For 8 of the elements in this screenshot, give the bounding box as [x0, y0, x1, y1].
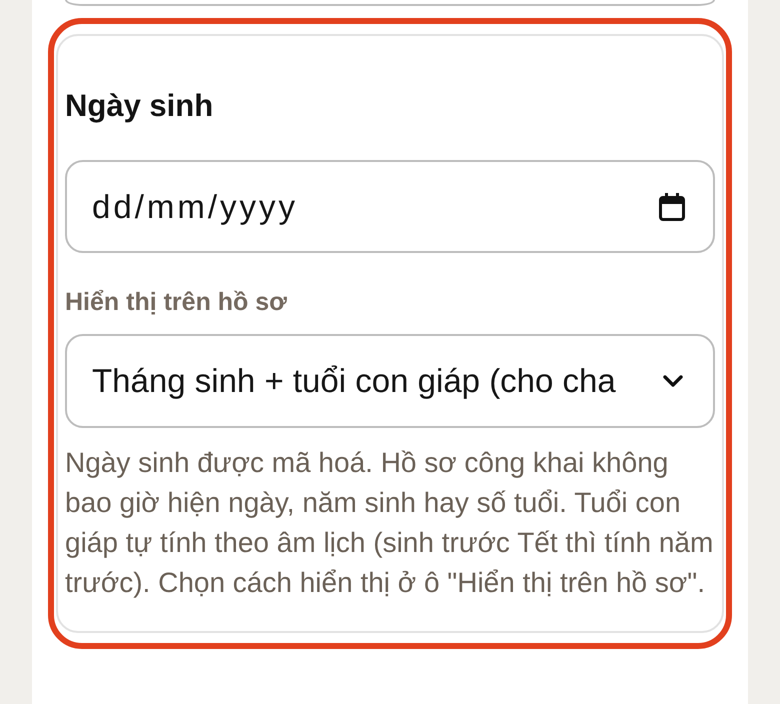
- date-input-field[interactable]: dd/mm/yyyy: [65, 160, 715, 253]
- chevron-down-icon: [663, 374, 683, 388]
- calendar-icon[interactable]: [659, 193, 685, 221]
- section-title: Ngày sinh: [65, 88, 214, 124]
- display-select[interactable]: Tháng sinh + tuổi con giáp (cho cha: [65, 334, 715, 428]
- help-text: Ngày sinh được mã hoá. Hồ sơ công khai không bao giờ hiện ngày, năm sinh hay số tuổi. Tuổi con giáp tự tính theo âm lịch (sinh trước Tết thì tính năm trước). Chọn cách hiển thị ở ô "Hiển thị trên hồ sơ".: [65, 446, 714, 600]
- field-label: Hiển thị trên hồ sơ: [65, 288, 288, 316]
- text-input-field[interactable]: [65, 0, 715, 6]
